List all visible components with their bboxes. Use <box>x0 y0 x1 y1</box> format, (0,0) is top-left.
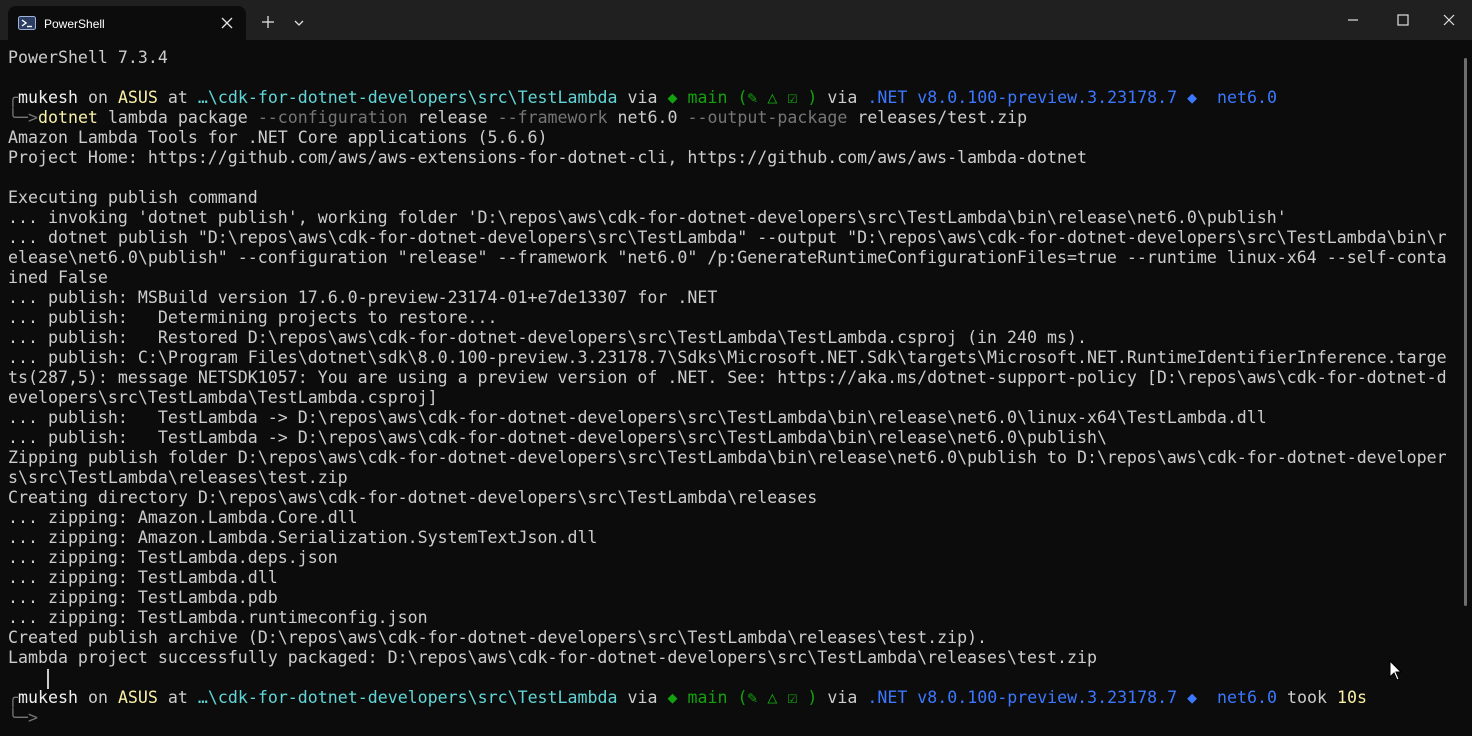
prompt-user: mukesh <box>18 88 78 107</box>
output-line: ... zipping: Amazon.Lambda.Core.dll <box>8 508 358 527</box>
command-exe: dotnet <box>37 108 98 127</box>
text-cursor <box>47 669 49 689</box>
output-line: Project Home: https://github.com/aws/aws… <box>8 148 1087 167</box>
prompt-line: ╭mukesh on ASUS at …\cdk-for-dotnet-deve… <box>8 688 1367 707</box>
output-line: ... zipping: Amazon.Lambda.Serialization… <box>8 528 598 547</box>
close-window-icon[interactable] <box>1426 8 1472 32</box>
output-line: ined False <box>8 268 108 287</box>
dotnet-version: .NET v8.0.100-preview.3.23178.7 <box>867 88 1178 107</box>
command-line: ╰─>dotnet lambda package --configuration… <box>8 108 1028 127</box>
output-line: ... publish: Determining projects to res… <box>8 308 498 327</box>
powershell-icon <box>18 16 36 30</box>
git-status: (✎ △ ☑ ) <box>737 88 818 107</box>
output-line: PowerShell 7.3.4 <box>8 48 168 67</box>
mouse-pointer-icon <box>1389 660 1403 681</box>
output-line: ... dotnet publish "D:\repos\aws\cdk-for… <box>8 228 1447 247</box>
git-branch-icon: ◆ <box>667 88 678 107</box>
output-line: elease\net6.0\publish" --configuration "… <box>8 248 1447 267</box>
output-line: ... zipping: TestLambda.pdb <box>8 588 278 607</box>
output-line: Created publish archive (D:\repos\aws\cd… <box>8 628 988 647</box>
diamond-icon: ◆ <box>1187 688 1198 707</box>
diamond-icon: ◆ <box>1187 88 1198 107</box>
new-tab-icon[interactable] <box>260 14 276 30</box>
output-line: Creating directory D:\repos\aws\cdk-for-… <box>8 488 818 507</box>
prompt-arrow: ╰─> <box>8 708 38 727</box>
output-line: s\src\TestLambda\releases\test.zip <box>8 468 348 487</box>
tab-powershell[interactable]: PowerShell <box>8 6 246 40</box>
maximize-icon[interactable] <box>1380 8 1426 32</box>
output-line: ... zipping: TestLambda.dll <box>8 568 278 587</box>
output-line: ... publish: Restored D:\repos\aws\cdk-f… <box>8 328 1087 347</box>
output-line: ... publish: MSBuild version 17.6.0-prev… <box>8 288 718 307</box>
input-line[interactable]: ╰─> <box>8 708 38 728</box>
target-framework: net6.0 <box>1217 88 1277 107</box>
prompt-line: ╭mukesh on ASUS at …\cdk-for-dotnet-deve… <box>8 88 1277 107</box>
title-bar: PowerShell <box>0 0 1472 40</box>
scrollbar[interactable] <box>1464 58 1467 606</box>
output-line: ... publish: TestLambda -> D:\repos\aws\… <box>8 408 1267 427</box>
minimize-icon[interactable] <box>1330 8 1376 32</box>
output-line: ... invoking 'dotnet publish', working f… <box>8 208 1287 227</box>
prompt-corner: ╭ <box>8 688 18 707</box>
close-tab-icon[interactable] <box>220 16 234 30</box>
output-line: ... publish: TestLambda -> D:\repos\aws\… <box>8 428 1107 447</box>
output-line: Amazon Lambda Tools for .NET Core applic… <box>8 128 548 147</box>
command-duration: 10s <box>1336 688 1367 707</box>
output-line: ... publish: C:\Program Files\dotnet\sdk… <box>8 348 1447 367</box>
output-line: ... zipping: TestLambda.deps.json <box>8 548 338 567</box>
prompt-arrow: ╰─> <box>8 108 38 127</box>
prompt-corner: ╭ <box>8 88 18 107</box>
output-line: Zipping publish folder D:\repos\aws\cdk-… <box>8 448 1447 467</box>
git-branch-icon: ◆ <box>667 688 678 707</box>
output-line: Executing publish command <box>8 188 258 207</box>
git-branch: main <box>687 88 728 107</box>
output-line: Lambda project successfully packaged: D:… <box>8 648 1097 667</box>
output-line: ts(287,5): message NETSDK1057: You are u… <box>8 368 1447 387</box>
output-line: ... zipping: TestLambda.runtimeconfig.js… <box>8 608 428 627</box>
prompt-host: ASUS <box>117 88 158 107</box>
prompt-path: …\cdk-for-dotnet-developers\src\TestLamb… <box>197 88 618 107</box>
output-line: evelopers\src\TestLambda\TestLambda.cspr… <box>8 388 438 407</box>
chevron-down-icon[interactable] <box>292 17 306 29</box>
tab-title: PowerShell <box>44 17 105 31</box>
